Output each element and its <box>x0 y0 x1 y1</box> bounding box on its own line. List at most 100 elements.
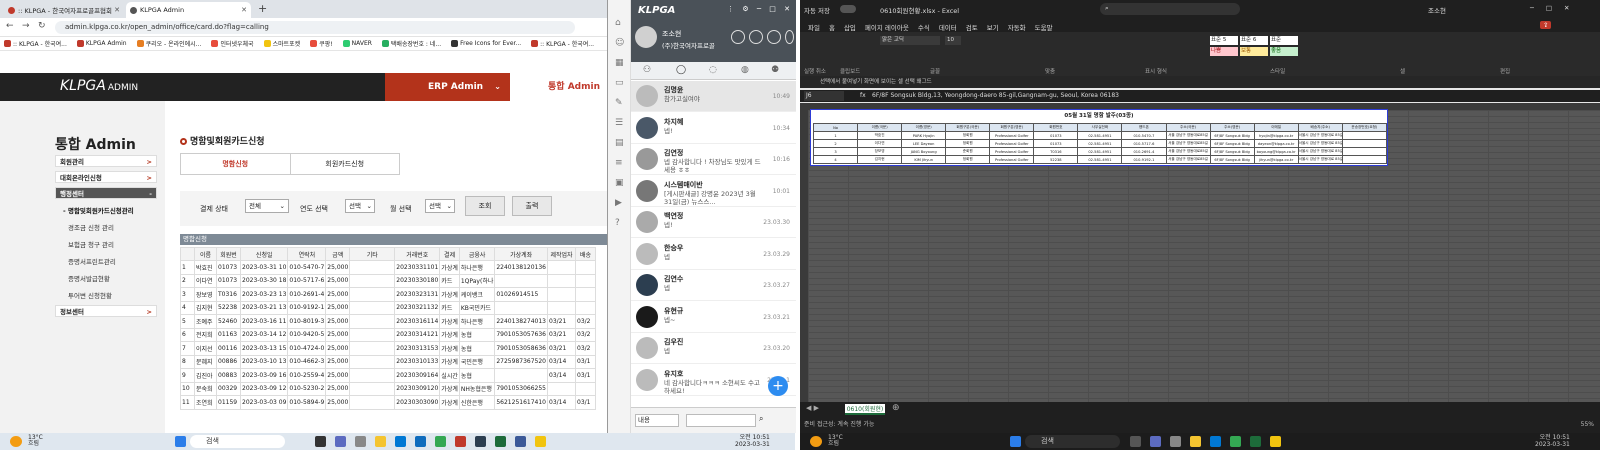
sheet-cell[interactable]: 서울시 강남구 영동대로 85길 <box>1297 147 1343 156</box>
sheet-cell[interactable]: 정회원 <box>945 139 991 148</box>
sheet-cell[interactable]: 6F/8F Songsuk Bldg <box>1209 147 1255 156</box>
sheet-cell[interactable]: PARK Hyojin <box>901 131 947 140</box>
table-row[interactable]: 4 김지현 52238 2023-03-21 13 010-9192-1 25,000 20… <box>180 300 596 315</box>
taskbar-search[interactable]: 검색 <box>1025 435 1120 448</box>
sheet-cell[interactable]: 정회원 <box>945 131 991 140</box>
ribbon-tab[interactable]: 파일 <box>808 24 820 32</box>
table-row[interactable]: 8 문혜지 00886 2023-03-10 13 010-4662-3 25,000 20… <box>180 354 596 369</box>
explorer-icon[interactable] <box>1190 436 1201 447</box>
weather-icon[interactable] <box>810 436 822 447</box>
ribbon-tab[interactable]: 홈 <box>829 24 835 32</box>
submenu-item[interactable]: 증명서프린트관리 <box>68 256 116 266</box>
chat-item[interactable]: 김명윤 참가고실여야 10:49 <box>631 81 796 112</box>
edge-icon[interactable] <box>395 436 406 447</box>
menu-member[interactable]: 회원관리 > <box>55 155 157 167</box>
sheet-cell[interactable]: T0316 <box>1033 147 1079 156</box>
browser-tab-klpga[interactable]: :: KLPGA - 한국여자프로골프협회 ✕ <box>4 2 124 18</box>
font-size-select[interactable]: 10 <box>945 36 961 45</box>
search-button[interactable]: 조회 <box>465 196 505 216</box>
ribbon-tab[interactable]: 검토 <box>966 24 978 32</box>
style-cell[interactable]: 표준 6 <box>1240 36 1268 45</box>
spreadsheet-table[interactable]: 05월 31일 명함 발주(03종) No 이름(국문) 이름(영문) 회원구분(국문… <box>810 109 1388 166</box>
submenu-item[interactable]: 증명서발급현황 <box>68 273 110 283</box>
sheet-cell[interactable]: 02-581-4951 <box>1077 131 1123 140</box>
sheet-cell[interactable]: JANG Boyoung <box>901 147 947 156</box>
style-cell[interactable]: 나쁨 <box>1210 47 1238 56</box>
org-tab-icon[interactable]: ⚉ <box>771 65 779 75</box>
chat-item[interactable]: 김연정 넵 감사합니다 ! 차장님도 맛있게 드세용 ㅎㅎ 10:16 <box>631 144 796 175</box>
edge-icon[interactable] <box>1210 436 1221 447</box>
close-tab-icon[interactable]: ✕ <box>114 6 120 14</box>
tab-business-card[interactable]: 명함신청 <box>181 154 291 174</box>
sheet-cell[interactable] <box>1341 131 1388 140</box>
teams-icon[interactable] <box>1150 436 1161 447</box>
ribbon-tab[interactable]: 보기 <box>987 24 999 32</box>
bell-icon[interactable] <box>749 30 763 44</box>
chat-item[interactable]: 김우진 넵 23.03.20 <box>631 333 796 364</box>
app-icon[interactable] <box>455 436 466 447</box>
settings-icon[interactable] <box>1170 436 1181 447</box>
sheet-cell[interactable]: 김지현 <box>857 155 903 164</box>
image-icon[interactable]: ▣ <box>615 178 624 188</box>
sheet-cell[interactable]: boyoung@klpga.co.kr <box>1253 147 1299 156</box>
sheet-cell[interactable]: Professional Golfer <box>989 139 1035 148</box>
task-view-icon[interactable] <box>315 436 326 447</box>
bookmark-item[interactable]: KLPGA Admin <box>76 40 127 47</box>
bookmark-item[interactable]: 인터넷우체국 <box>211 39 254 48</box>
app-icon[interactable] <box>515 436 526 447</box>
calendar-icon[interactable]: ▦ <box>615 58 624 68</box>
sheet-cell[interactable]: 준회원 <box>945 147 991 156</box>
sheet-cell[interactable]: 3 <box>812 147 859 156</box>
sheet-cell[interactable]: 4 <box>812 155 859 164</box>
sheet-cell[interactable] <box>1341 147 1388 156</box>
sheet-cell[interactable]: dayeon@klpga.co.kr <box>1253 139 1299 148</box>
sheet-cell[interactable]: Professional Golfer <box>989 131 1035 140</box>
sheet-nav-icon[interactable]: ◀ ▶ <box>806 404 819 412</box>
add-sheet-icon[interactable]: ⊕ <box>892 403 900 413</box>
sheet-row[interactable]: 3 장보영 JANG Boyoung 준회원 Professional Golfer T0… <box>812 147 1388 156</box>
table-row[interactable]: 10 문숙희 00329 2023-03-09 12 010-5230-2 25,000 2… <box>180 381 596 396</box>
excel-icon[interactable] <box>495 436 506 447</box>
video-icon[interactable]: ▶ <box>615 198 622 208</box>
ribbon-tab[interactable]: 도움말 <box>1035 24 1053 32</box>
group-chat-tab-icon[interactable]: ◌ <box>709 65 717 75</box>
help-icon[interactable]: ? <box>615 218 620 228</box>
formula-input[interactable]: 6F/8F Songsuk Bldg,13, Yeongdong-daero 8… <box>872 90 1119 102</box>
menu-admin-center[interactable]: 행정센터 - <box>55 187 157 199</box>
year-select[interactable]: 선택 ⌄ <box>345 199 375 213</box>
chrome-icon[interactable] <box>435 436 446 447</box>
share-button[interactable]: ⇪ <box>1540 21 1552 29</box>
close-tab-icon[interactable]: ✕ <box>241 6 247 14</box>
sheet-cell[interactable]: KIM Jihyun <box>901 155 947 164</box>
mail-icon[interactable] <box>415 436 426 447</box>
contacts-tab-icon[interactable]: ⚇ <box>643 65 651 75</box>
kakao-icon[interactable] <box>1270 436 1281 447</box>
sheet-cell[interactable]: 52238 <box>1033 155 1079 164</box>
zoom-level[interactable]: 55% <box>1581 416 1594 433</box>
window-controls[interactable]: ─□✕ <box>1530 4 1582 12</box>
bookmark-item[interactable]: 쿠팡! <box>310 39 333 48</box>
style-cell[interactable]: 보통 <box>1240 47 1268 56</box>
sheet-row[interactable]: 1 박효진 PARK Hyojin 정회원 Professional Golfer 010… <box>812 131 1388 140</box>
sheet-row[interactable]: 2 이다연 LEE Dayeon 정회원 Professional Golfer 0107… <box>812 139 1388 148</box>
doc-icon[interactable]: ☰ <box>615 118 623 128</box>
sheet-cell[interactable]: 서울 강남구 영동대로85길 <box>1165 155 1211 164</box>
submenu-item[interactable]: 투어변 신청현황 <box>68 290 112 300</box>
url-input[interactable]: admin.klpga.co.kr/open_admin/office/card… <box>55 21 575 34</box>
tong-admin-link[interactable]: 통합 Admin <box>510 73 603 101</box>
ribbon-tab[interactable]: 자동화 <box>1008 24 1026 32</box>
sheet-cell[interactable] <box>1341 155 1388 164</box>
chat-tab-icon[interactable]: ◯ <box>676 65 686 75</box>
sheet-cell[interactable]: 02-581-4951 <box>1077 147 1123 156</box>
bookmark-item[interactable]: NAVER <box>342 40 372 47</box>
clock[interactable]: 오전 10:51 2023-03-31 <box>735 434 770 448</box>
window-controls[interactable]: ⋮ ⚙ ─ □ ✕ <box>727 5 793 13</box>
sheet-cell[interactable]: jihyun@klpga.co.kr <box>1253 155 1299 164</box>
excel-icon[interactable] <box>1250 436 1261 447</box>
sheet-cell[interactable]: 서울 강남구 영동대로85길 <box>1165 131 1211 140</box>
month-select[interactable]: 선택 ⌄ <box>425 199 455 213</box>
style-cell[interactable]: 좋음 <box>1270 47 1298 56</box>
menu-online[interactable]: 대회온라인신청 > <box>55 171 157 183</box>
chat-item[interactable]: 한승우 넵 23.03.29 <box>631 239 796 270</box>
erp-admin-link[interactable]: ERP Admin ⌄ <box>385 73 510 101</box>
